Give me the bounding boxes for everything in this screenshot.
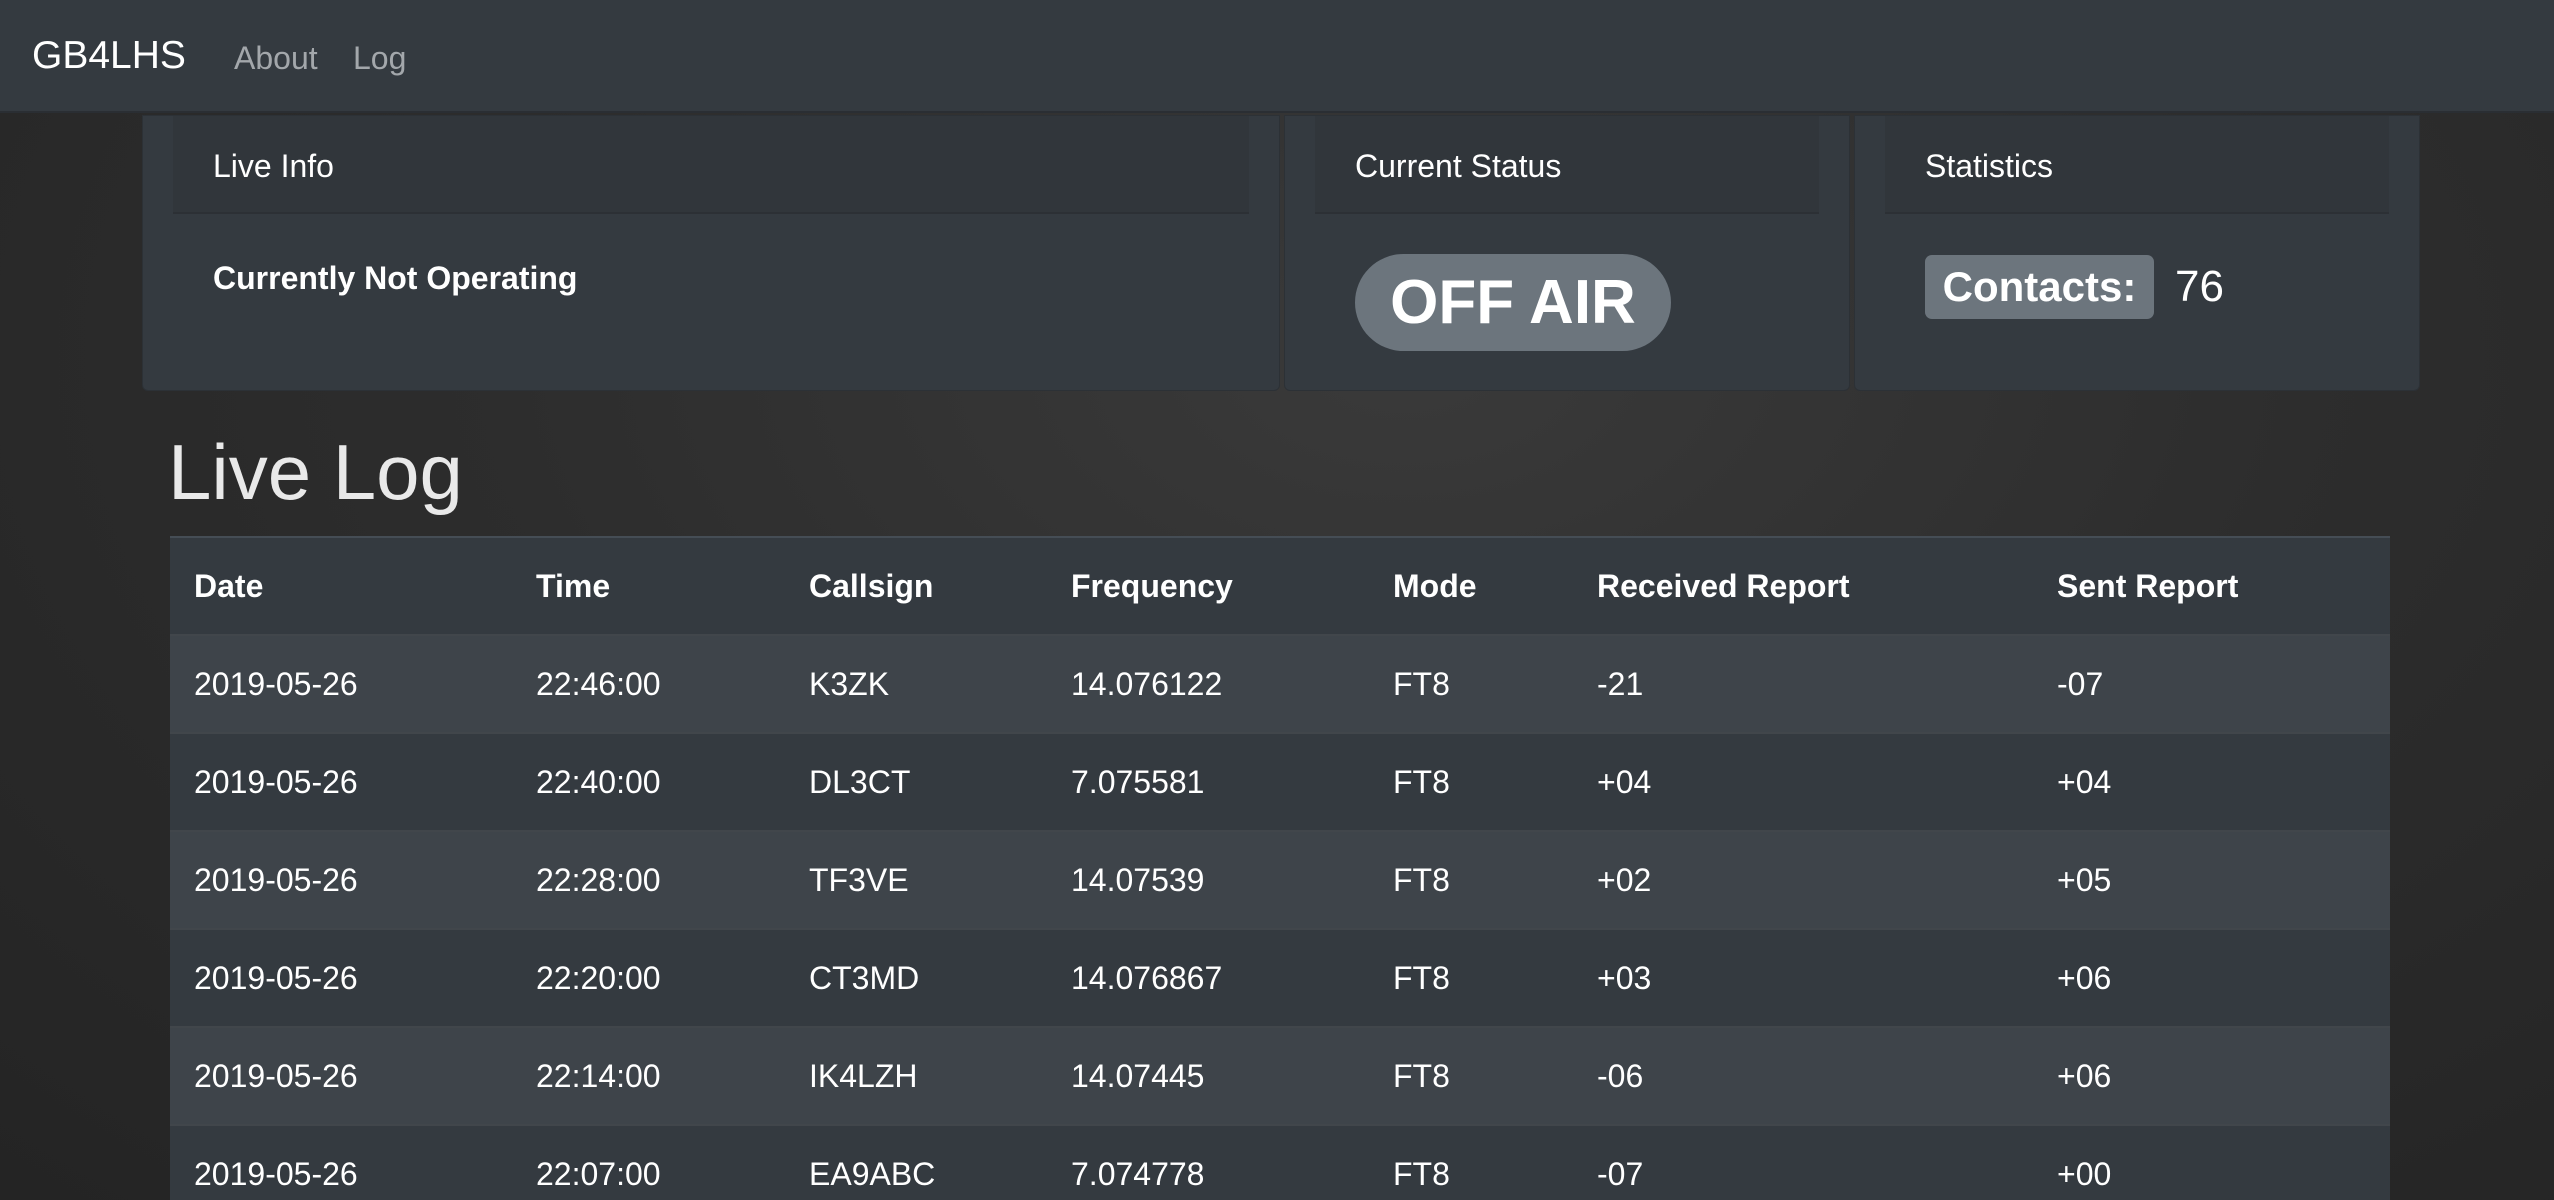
- cell-frequency: 14.076122: [1047, 634, 1369, 733]
- cell-received-report: +04: [1573, 732, 2033, 831]
- cell-received-report: -21: [1573, 634, 2033, 733]
- cell-callsign: CT3MD: [785, 928, 1047, 1027]
- statistics-card: Statistics Contacts: 76: [1854, 115, 2420, 391]
- cell-mode: FT8: [1369, 1026, 1573, 1125]
- cell-callsign: EA9ABC: [785, 1124, 1047, 1200]
- cell-sent-report: +00: [2033, 1124, 2390, 1200]
- table-row: 2019-05-26 22:46:00 K3ZK 14.076122 FT8 -…: [170, 634, 2390, 733]
- cell-frequency: 7.074778: [1047, 1124, 1369, 1200]
- cell-sent-report: -07: [2033, 634, 2390, 733]
- statistics-card-header: Statistics: [1885, 116, 2389, 214]
- column-header-received-report: Received Report: [1573, 536, 2033, 635]
- cell-time: 22:46:00: [512, 634, 785, 733]
- cell-time: 22:20:00: [512, 928, 785, 1027]
- cell-date: 2019-05-26: [170, 732, 512, 831]
- cell-sent-report: +05: [2033, 830, 2390, 929]
- cell-callsign: TF3VE: [785, 830, 1047, 929]
- live-info-card-header: Live Info: [173, 116, 1249, 214]
- cell-mode: FT8: [1369, 928, 1573, 1027]
- cell-callsign: IK4LZH: [785, 1026, 1047, 1125]
- cell-frequency: 14.07539: [1047, 830, 1369, 929]
- table-row: 2019-05-26 22:40:00 DL3CT 7.075581 FT8 +…: [170, 732, 2390, 831]
- cell-callsign: DL3CT: [785, 732, 1047, 831]
- cell-sent-report: +06: [2033, 928, 2390, 1027]
- cell-date: 2019-05-26: [170, 634, 512, 733]
- column-header-callsign: Callsign: [785, 536, 1047, 635]
- live-info-text: Currently Not Operating: [213, 260, 578, 296]
- cell-callsign: K3ZK: [785, 634, 1047, 733]
- cell-mode: FT8: [1369, 830, 1573, 929]
- cell-mode: FT8: [1369, 732, 1573, 831]
- column-header-date: Date: [170, 536, 512, 635]
- cell-time: 22:07:00: [512, 1124, 785, 1200]
- column-header-frequency: Frequency: [1047, 536, 1369, 635]
- table-header-row: Date Time Callsign Frequency Mode Receiv…: [170, 536, 2390, 635]
- cell-mode: FT8: [1369, 1124, 1573, 1200]
- cell-date: 2019-05-26: [170, 1026, 512, 1125]
- live-log-table: Date Time Callsign Frequency Mode Receiv…: [170, 536, 2390, 1200]
- cell-received-report: +02: [1573, 830, 2033, 929]
- off-air-badge: OFF AIR: [1355, 254, 1671, 351]
- cell-mode: FT8: [1369, 634, 1573, 733]
- cell-date: 2019-05-26: [170, 1124, 512, 1200]
- cell-time: 22:28:00: [512, 830, 785, 929]
- cell-frequency: 14.07445: [1047, 1026, 1369, 1125]
- cell-time: 22:14:00: [512, 1026, 785, 1125]
- current-status-title: Current Status: [1355, 148, 1562, 184]
- cell-frequency: 7.075581: [1047, 732, 1369, 831]
- live-log-heading: Live Log: [168, 428, 463, 516]
- column-header-sent-report: Sent Report: [2033, 536, 2390, 635]
- cell-received-report: +03: [1573, 928, 2033, 1027]
- statistics-title: Statistics: [1925, 148, 2054, 184]
- info-cards-row: Live Info Currently Not Operating Curren…: [142, 115, 2420, 391]
- column-header-time: Time: [512, 536, 785, 635]
- cell-received-report: -06: [1573, 1026, 2033, 1125]
- table-row: 2019-05-26 22:14:00 IK4LZH 14.07445 FT8 …: [170, 1026, 2390, 1125]
- cell-date: 2019-05-26: [170, 830, 512, 929]
- contacts-count: 76: [2175, 262, 2224, 311]
- live-info-card: Live Info Currently Not Operating: [142, 115, 1280, 391]
- nav-link-log[interactable]: Log: [353, 34, 406, 82]
- cell-received-report: -07: [1573, 1124, 2033, 1200]
- brand-link[interactable]: GB4LHS: [32, 30, 186, 82]
- cell-sent-report: +06: [2033, 1026, 2390, 1125]
- live-info-title: Live Info: [213, 148, 334, 184]
- table-row: 2019-05-26 22:20:00 CT3MD 14.076867 FT8 …: [170, 928, 2390, 1027]
- top-navbar: GB4LHS About Log: [0, 0, 2554, 113]
- nav-link-about[interactable]: About: [234, 34, 318, 82]
- table-row: 2019-05-26 22:28:00 TF3VE 14.07539 FT8 +…: [170, 830, 2390, 929]
- cell-frequency: 14.076867: [1047, 928, 1369, 1027]
- current-status-card: Current Status OFF AIR: [1284, 115, 1850, 391]
- table-row: 2019-05-26 22:07:00 EA9ABC 7.074778 FT8 …: [170, 1124, 2390, 1200]
- column-header-mode: Mode: [1369, 536, 1573, 635]
- cell-time: 22:40:00: [512, 732, 785, 831]
- current-status-card-header: Current Status: [1315, 116, 1819, 214]
- cell-date: 2019-05-26: [170, 928, 512, 1027]
- cell-sent-report: +04: [2033, 732, 2390, 831]
- contacts-label-badge: Contacts:: [1925, 255, 2154, 319]
